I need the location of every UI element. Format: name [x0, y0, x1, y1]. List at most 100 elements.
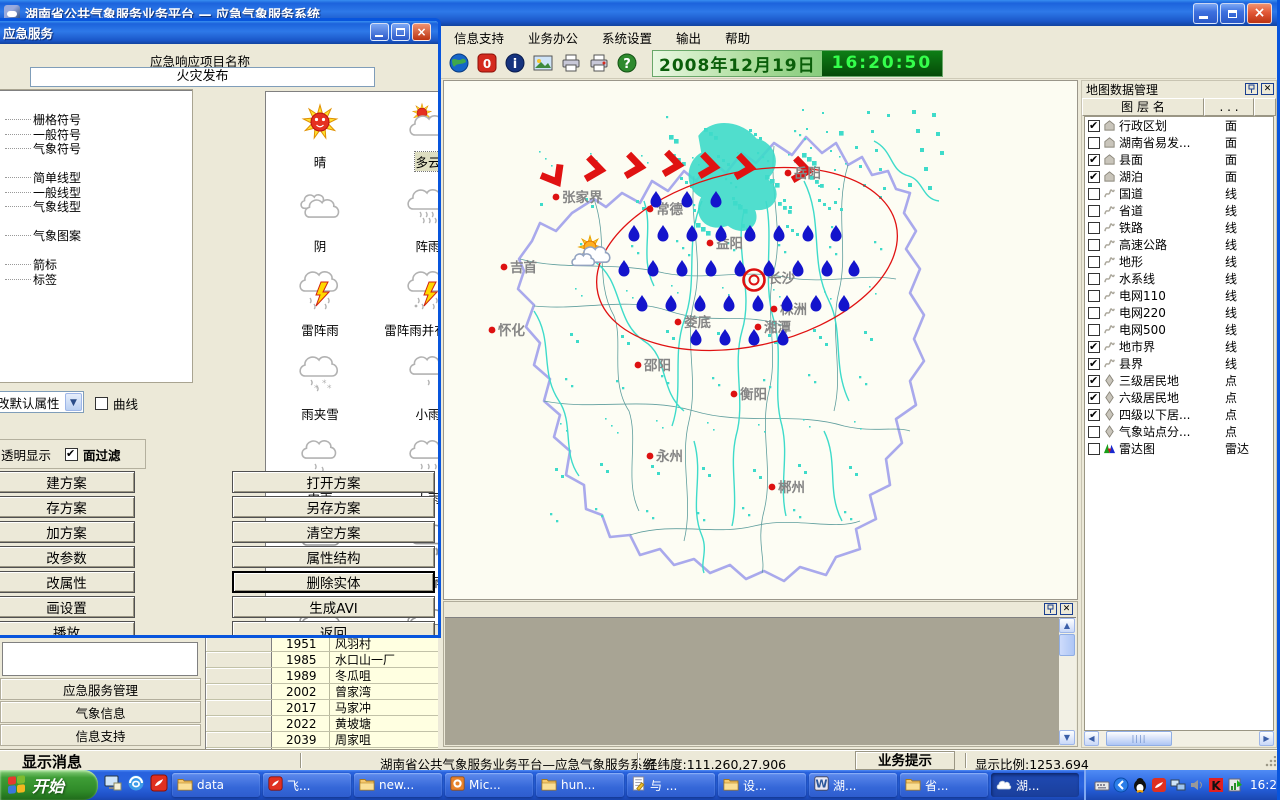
layer-row-省道[interactable]: 省道线 [1085, 202, 1273, 219]
table-row[interactable]: 2022黄坡塘 [206, 716, 438, 732]
dialog-button-right-1[interactable]: 打开方案 [232, 471, 435, 493]
weather-symbol-suncloud[interactable]: 多云 [374, 98, 441, 182]
pin-icon[interactable] [1245, 83, 1258, 95]
layer-row-县面[interactable]: 县面面 [1085, 151, 1273, 168]
chevron-down-icon[interactable]: ▼ [65, 393, 82, 411]
map-canvas[interactable]: 岳阳张家界常德益阳长沙吉首娄底株洲湘潭怀化邵阳衡阳永州郴州 [443, 80, 1078, 600]
default-attribute-combo[interactable]: 改默认属性 ▼ [0, 391, 84, 413]
nav-button-3[interactable]: 信息支持 [0, 724, 201, 746]
layer-checkbox[interactable] [1088, 188, 1100, 200]
dialog-button-right-5[interactable]: 删除实体 [232, 571, 435, 593]
back-circle-icon[interactable] [1113, 777, 1129, 793]
fetion-icon[interactable] [150, 774, 168, 792]
nav-button-1[interactable]: 应急服务管理 [0, 678, 201, 700]
layer-panel-hscrollbar[interactable]: ◀ |||| ▶ [1084, 731, 1274, 746]
tree-item[interactable]: 一般线型 [0, 185, 192, 200]
layer-row-地形[interactable]: 地形线 [1085, 253, 1273, 270]
project-name-input[interactable]: 火灾发布 [30, 67, 375, 87]
menu-item-2[interactable]: 业务办公 [528, 28, 578, 47]
layer-checkbox[interactable] [1088, 256, 1100, 268]
table-row[interactable]: 1951风羽村 [206, 636, 438, 652]
layer-row-电网110[interactable]: 电网110线 [1085, 287, 1273, 304]
layer-row-高速公路[interactable]: 高速公路线 [1085, 236, 1273, 253]
restore-button[interactable] [1220, 3, 1245, 24]
nav-button-2[interactable]: 气象信息 [0, 701, 201, 723]
dialog-close-button[interactable]: × [412, 23, 431, 41]
weather-symbol-cloud[interactable]: 阴 [266, 182, 374, 266]
layer-checkbox[interactable] [1088, 290, 1100, 302]
stop-icon[interactable]: 0 [476, 52, 498, 74]
dialog-button-left-2[interactable]: 存方案 [0, 496, 135, 518]
weather-symbol-sun[interactable]: 晴 [266, 98, 374, 182]
layer-checkbox[interactable] [1088, 273, 1100, 285]
tree-item[interactable]: 简单线型 [0, 171, 192, 186]
ie-icon[interactable] [127, 774, 145, 792]
dialog-button-right-4[interactable]: 属性结构 [232, 546, 435, 568]
layer-checkbox[interactable] [1088, 307, 1100, 319]
menu-item-3[interactable]: 系统设置 [602, 28, 652, 47]
volume-icon[interactable] [1189, 777, 1205, 793]
curve-checkbox[interactable]: 曲线 [95, 394, 138, 413]
tree-item[interactable]: 箭标 [0, 258, 192, 273]
taskbar-button-5[interactable]: hun... [536, 773, 624, 797]
layer-row-地市界[interactable]: 地市界线 [1085, 338, 1273, 355]
tree-item[interactable]: 气象符号 [0, 142, 192, 157]
tree-item[interactable]: 气象线型 [0, 200, 192, 215]
layer-row-湖南省易发...[interactable]: 湖南省易发...面 [1085, 134, 1273, 151]
scroll-down-icon[interactable]: ▼ [1059, 730, 1075, 745]
layer-row-电网220[interactable]: 电网220线 [1085, 304, 1273, 321]
menu-item-4[interactable]: 输出 [676, 28, 701, 47]
layer-row-电网500[interactable]: 电网500线 [1085, 321, 1273, 338]
messenger-icon[interactable] [1151, 777, 1167, 793]
layer-checkbox[interactable] [1088, 341, 1100, 353]
layer-checkbox[interactable] [1088, 392, 1100, 404]
scroll-left-icon[interactable]: ◀ [1084, 731, 1099, 746]
layer-checkbox[interactable] [1088, 375, 1100, 387]
resize-grip[interactable] [1264, 756, 1276, 768]
tree-item[interactable]: 型 [0, 156, 192, 171]
tree-item[interactable]: 他 [0, 243, 192, 258]
dialog-button-right-3[interactable]: 清空方案 [232, 521, 435, 543]
column-header-layer-name[interactable]: 图 层 名 [1082, 98, 1204, 116]
dialog-button-right-6[interactable]: 生成AVI [232, 596, 435, 618]
weather-symbol-shower[interactable]: 阵雨 [374, 182, 441, 266]
taskbar-button-10[interactable]: 湖... [991, 773, 1079, 797]
message-list[interactable] [2, 642, 198, 676]
info-icon[interactable]: i [504, 52, 526, 74]
dialog-button-left-1[interactable]: 建方案 [0, 471, 135, 493]
table-row[interactable]: 1985水口山一厂 [206, 652, 438, 668]
dialog-minimize-button[interactable] [370, 23, 389, 41]
tree-item[interactable]: 案 [0, 214, 192, 229]
layer-row-县界[interactable]: 县界线 [1085, 355, 1273, 372]
dialog-button-left-4[interactable]: 改参数 [0, 546, 135, 568]
dialog-titlebar[interactable]: 应急服务 × [0, 21, 438, 44]
layer-row-三级居民地[interactable]: 三级居民地点 [1085, 372, 1273, 389]
layer-row-水系线[interactable]: 水系线线 [1085, 270, 1273, 287]
scroll-right-icon[interactable]: ▶ [1259, 731, 1274, 746]
taskbar-button-6[interactable]: 与 ... [627, 773, 715, 797]
close-icon[interactable]: ✕ [1261, 83, 1274, 95]
table-row[interactable]: 2039周家咀 [206, 732, 438, 748]
help-icon[interactable]: ? [616, 52, 638, 74]
tree-item[interactable]: 栅格符号 [0, 113, 192, 128]
layer-checkbox[interactable] [1088, 443, 1100, 455]
layer-row-湖泊[interactable]: 湖泊面 [1085, 168, 1273, 185]
table-row[interactable]: 2002曾家湾 [206, 684, 438, 700]
taskbar-button-7[interactable]: 设... [718, 773, 806, 797]
layer-row-铁路[interactable]: 铁路线 [1085, 219, 1273, 236]
tree-item[interactable]: 号 [0, 98, 192, 113]
transparent-display-label[interactable]: 透明显示 [1, 445, 51, 464]
layer-checkbox[interactable] [1088, 409, 1100, 421]
menu-item-1[interactable]: 信息支持 [454, 28, 504, 47]
layer-checkbox[interactable] [1088, 120, 1100, 132]
weather-symbol-thunder[interactable]: 雷阵雨 [266, 266, 374, 350]
close-button[interactable]: × [1247, 3, 1272, 24]
minimize-button[interactable] [1193, 3, 1218, 24]
layer-row-雷达图[interactable]: 雷达图雷达 [1085, 440, 1273, 457]
weather-symbol-sleet[interactable]: ***雨夹雪 [266, 350, 374, 434]
taskbar-button-9[interactable]: 省... [900, 773, 988, 797]
layer-checkbox[interactable] [1088, 137, 1100, 149]
layer-checkbox[interactable] [1088, 239, 1100, 251]
dialog-button-left-7[interactable]: 播放 [0, 621, 135, 638]
start-button[interactable]: 开始 [0, 770, 98, 800]
